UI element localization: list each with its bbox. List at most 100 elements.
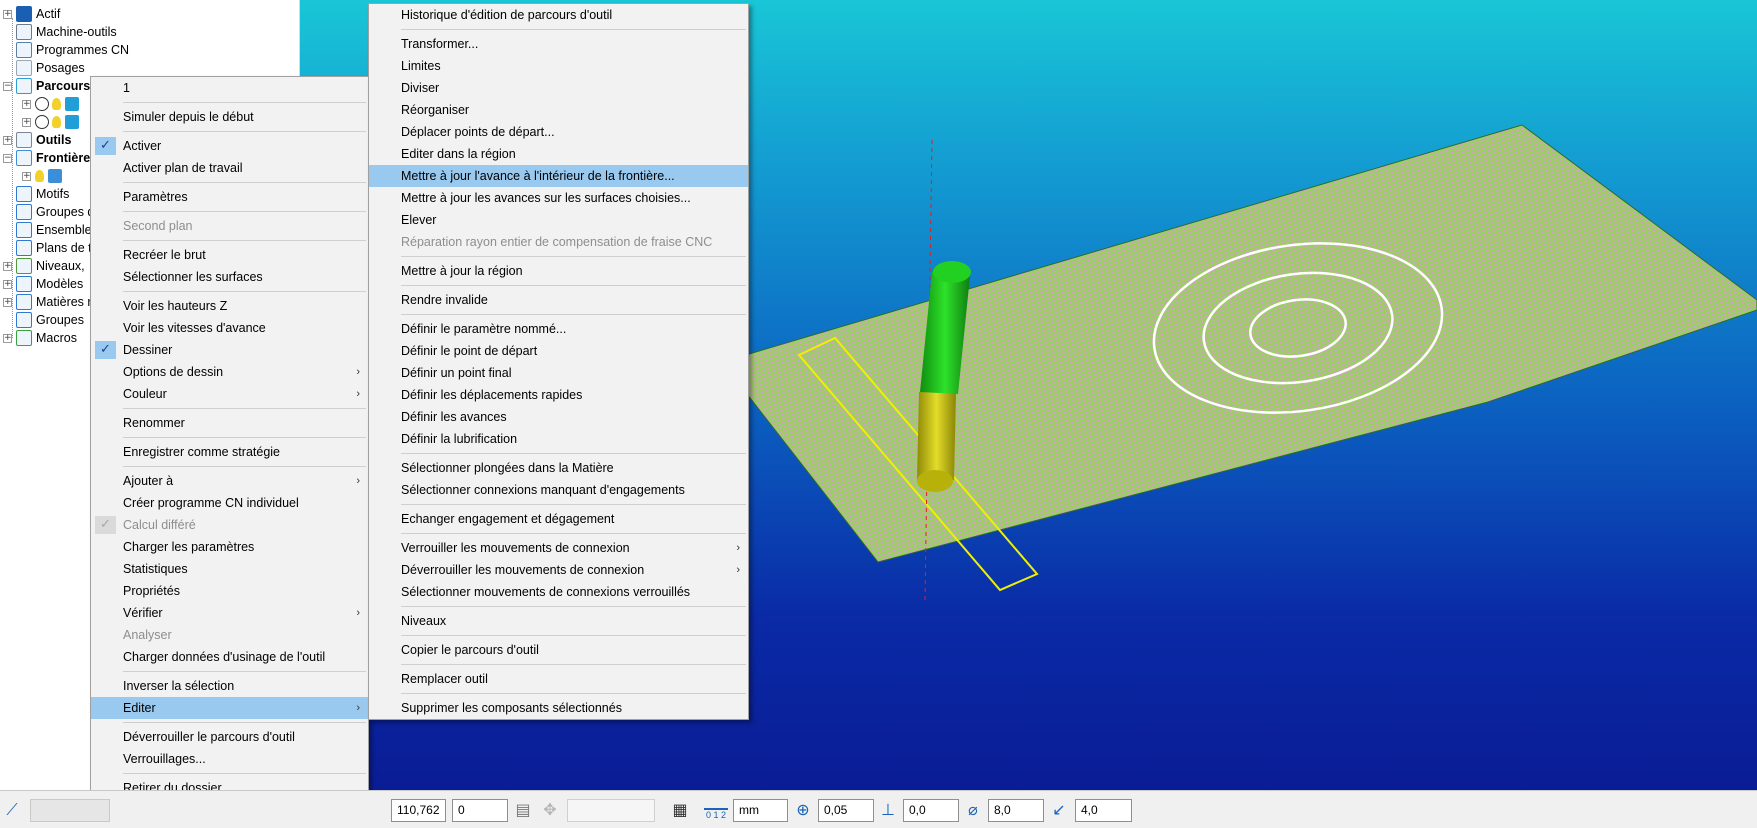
- tree-item[interactable]: Groupes: [3, 311, 84, 329]
- calculator-icon[interactable]: ▦: [670, 800, 690, 820]
- tree-item[interactable]: − Frontière: [3, 149, 90, 167]
- expander-icon[interactable]: +: [3, 9, 12, 19]
- edit-submenu-item[interactable]: Diviser: [369, 77, 748, 99]
- toolpath-icon[interactable]: [48, 169, 62, 183]
- context-menu-item[interactable]: Inverser la sélection: [91, 675, 368, 697]
- tree-item[interactable]: + Niveaux,: [3, 257, 85, 275]
- edit-submenu-item[interactable]: Définir la lubrification: [369, 428, 748, 450]
- toolpath-icon[interactable]: [65, 115, 79, 129]
- context-menu-item[interactable]: Couleur ›: [91, 383, 368, 405]
- context-menu-item[interactable]: Vérifier ›: [91, 602, 368, 624]
- expander-icon[interactable]: +: [22, 117, 31, 127]
- expander-icon[interactable]: −: [3, 153, 12, 163]
- context-menu-item[interactable]: Charger les paramètres: [91, 536, 368, 558]
- tree-item[interactable]: + Macros: [3, 329, 77, 347]
- check-status-icon[interactable]: [35, 115, 49, 129]
- workplane-axis-icon[interactable]: ⟋: [2, 800, 22, 820]
- expander-icon[interactable]: +: [22, 171, 31, 181]
- coordinate-z-field[interactable]: 0: [452, 799, 508, 822]
- context-menu-item[interactable]: Editer ›: [91, 697, 368, 719]
- edit-submenu-item[interactable]: Transformer...: [369, 33, 748, 55]
- tree-item[interactable]: +: [22, 113, 82, 131]
- context-menu-item[interactable]: Charger données d'usinage de l'outil: [91, 646, 368, 668]
- edit-submenu-item[interactable]: Réorganiser: [369, 99, 748, 121]
- toolpath-icon[interactable]: [65, 97, 79, 111]
- tree-item[interactable]: − Parcours: [3, 77, 90, 95]
- edit-submenu-item[interactable]: Elever: [369, 209, 748, 231]
- tree-item[interactable]: Motifs: [3, 185, 69, 203]
- lightbulb-icon[interactable]: [52, 98, 61, 110]
- tolerance-field[interactable]: 0,05: [818, 799, 874, 822]
- tree-item[interactable]: +: [22, 95, 82, 113]
- edit-submenu-item[interactable]: Définir le point de départ: [369, 340, 748, 362]
- edit-submenu-item[interactable]: Définir les déplacements rapides: [369, 384, 748, 406]
- expander-icon[interactable]: −: [3, 81, 12, 91]
- thickness-field[interactable]: 0,0: [903, 799, 959, 822]
- edit-submenu-item[interactable]: Editer dans la région: [369, 143, 748, 165]
- context-menu-item[interactable]: Activer plan de travail: [91, 157, 368, 179]
- edit-submenu-item[interactable]: Mettre à jour la région: [369, 260, 748, 282]
- context-menu-item[interactable]: Voir les hauteurs Z: [91, 295, 368, 317]
- context-menu-item[interactable]: Paramètres: [91, 186, 368, 208]
- tree-item[interactable]: Groupes d: [3, 203, 94, 221]
- context-menu-item[interactable]: Créer programme CN individuel: [91, 492, 368, 514]
- grid-snap-icon[interactable]: ▤: [513, 800, 533, 820]
- expander-icon[interactable]: +: [3, 135, 12, 145]
- lightbulb-icon[interactable]: [52, 116, 61, 128]
- edit-submenu-item[interactable]: Remplacer outil: [369, 668, 748, 690]
- context-menu-item[interactable]: Renommer: [91, 412, 368, 434]
- edit-submenu-item[interactable]: Copier le parcours d'outil: [369, 639, 748, 661]
- expander-icon[interactable]: +: [3, 333, 12, 343]
- diameter-field[interactable]: 8,0: [988, 799, 1044, 822]
- context-menu-item[interactable]: Simuler depuis le début: [91, 106, 368, 128]
- tree-item[interactable]: + Matières r: [3, 293, 92, 311]
- context-menu-item[interactable]: Options de dessin ›: [91, 361, 368, 383]
- context-menu-item[interactable]: 1: [91, 77, 368, 99]
- edit-submenu-item[interactable]: Mettre à jour l'avance à l'intérieur de …: [369, 165, 748, 187]
- context-menu-item[interactable]: Enregistrer comme stratégie: [91, 441, 368, 463]
- context-menu-item[interactable]: Recréer le brut: [91, 244, 368, 266]
- context-menu-item[interactable]: Verrouillages...: [91, 748, 368, 770]
- context-menu-item[interactable]: ✓ Dessiner: [91, 339, 368, 361]
- expander-icon[interactable]: +: [22, 99, 31, 109]
- edit-submenu-item[interactable]: Rendre invalide: [369, 289, 748, 311]
- edit-submenu-item[interactable]: Définir le paramètre nommé...: [369, 318, 748, 340]
- edit-submenu-item[interactable]: Echanger engagement et dégagement: [369, 508, 748, 530]
- context-menu-item[interactable]: Propriétés: [91, 580, 368, 602]
- tree-item[interactable]: Posages: [3, 59, 85, 77]
- units-field[interactable]: mm: [733, 799, 788, 822]
- tree-item[interactable]: + Outils: [3, 131, 71, 149]
- edit-submenu-item[interactable]: Supprimer les composants sélectionnés: [369, 697, 748, 719]
- context-menu-item[interactable]: Voir les vitesses d'avance: [91, 317, 368, 339]
- edit-submenu-item[interactable]: Sélectionner mouvements de connexions ve…: [369, 581, 748, 603]
- context-menu-item[interactable]: Déverrouiller le parcours d'outil: [91, 726, 368, 748]
- tree-item[interactable]: + Modèles: [3, 275, 83, 293]
- context-menu-item[interactable]: Ajouter à ›: [91, 470, 368, 492]
- tree-item[interactable]: Machine-outils: [3, 23, 117, 41]
- tree-item[interactable]: Plans de t: [3, 239, 92, 257]
- context-menu-item[interactable]: ✓ Activer: [91, 135, 368, 157]
- edit-submenu-item[interactable]: Déverrouiller les mouvements de connexio…: [369, 559, 748, 581]
- edit-submenu-item[interactable]: Mettre à jour les avances sur les surfac…: [369, 187, 748, 209]
- stepover-field[interactable]: 4,0: [1075, 799, 1132, 822]
- lightbulb-icon[interactable]: [35, 170, 44, 182]
- edit-submenu-item[interactable]: Niveaux: [369, 610, 748, 632]
- tree-item[interactable]: +: [22, 167, 65, 185]
- edit-submenu-item[interactable]: Sélectionner plongées dans la Matière: [369, 457, 748, 479]
- edit-submenu-item[interactable]: Sélectionner connexions manquant d'engag…: [369, 479, 748, 501]
- context-menu-item[interactable]: Sélectionner les surfaces: [91, 266, 368, 288]
- edit-submenu-item[interactable]: Historique d'édition de parcours d'outil: [369, 4, 748, 26]
- expander-icon[interactable]: +: [3, 279, 12, 289]
- tree-item[interactable]: Ensemble: [3, 221, 92, 239]
- edit-submenu-item[interactable]: Déplacer points de départ...: [369, 121, 748, 143]
- context-menu-item[interactable]: Statistiques: [91, 558, 368, 580]
- tree-item[interactable]: Programmes CN: [3, 41, 129, 59]
- expander-icon[interactable]: +: [3, 261, 12, 271]
- ruler-scale-icon[interactable]: 0 1 2: [704, 799, 728, 823]
- expander-icon[interactable]: +: [3, 297, 12, 307]
- edit-submenu-item[interactable]: Verrouiller les mouvements de connexion ›: [369, 537, 748, 559]
- coordinate-y-field[interactable]: 110,762: [391, 799, 446, 822]
- check-status-icon[interactable]: [35, 97, 49, 111]
- edit-submenu-item[interactable]: Définir les avances: [369, 406, 748, 428]
- tree-item[interactable]: + Actif: [3, 5, 60, 23]
